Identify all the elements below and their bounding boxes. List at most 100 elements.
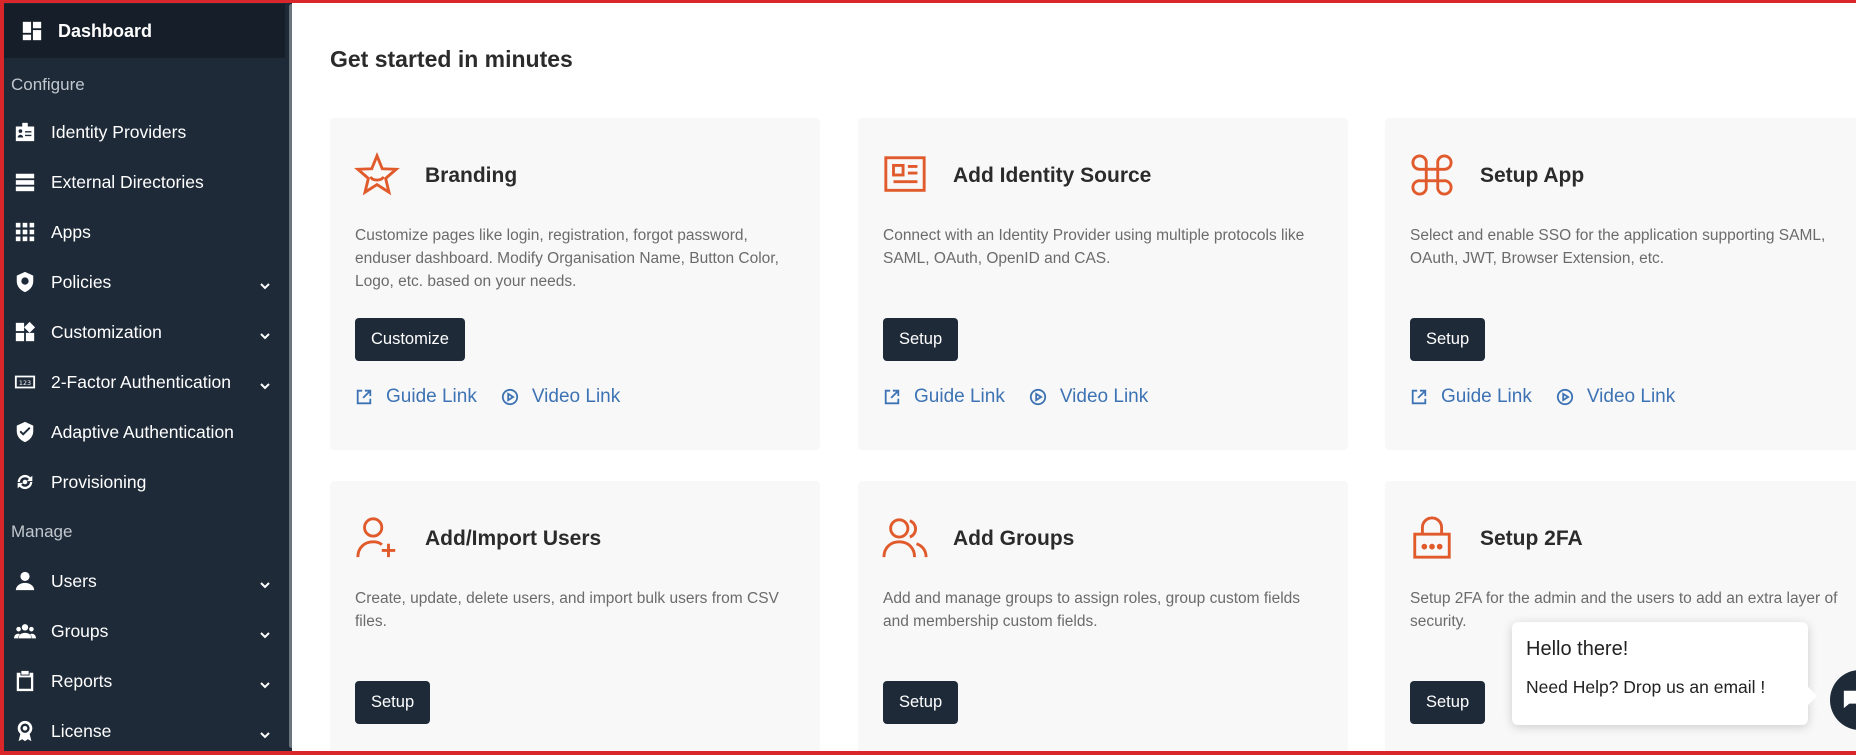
widgets-icon bbox=[13, 320, 37, 344]
chat-greeting: Hello there! bbox=[1526, 638, 1629, 660]
chevron-down-icon[interactable] bbox=[259, 326, 271, 340]
provisioning-icon bbox=[13, 470, 37, 494]
id-badge-icon bbox=[13, 120, 37, 144]
play-circle-icon bbox=[1556, 388, 1573, 406]
external-link-icon bbox=[884, 389, 900, 405]
window-frame-top bbox=[0, 0, 1856, 3]
card-title: Add/Import Users bbox=[425, 527, 602, 550]
section-label-configure: Configure bbox=[11, 75, 85, 94]
sidebar-item-provisioning[interactable]: Provisioning bbox=[4, 458, 285, 506]
window-frame-bottom bbox=[0, 751, 1856, 755]
sidebar-item-identity-providers[interactable]: Identity Providers bbox=[4, 108, 285, 156]
command-icon bbox=[1409, 152, 1455, 198]
sidebar-item-groups[interactable]: Groups bbox=[4, 607, 285, 655]
clipboard-icon bbox=[13, 669, 37, 693]
chat-popup-arrow bbox=[1808, 687, 1817, 705]
license-icon bbox=[13, 719, 37, 743]
card-description: Connect with an Identity Provider using … bbox=[883, 227, 1305, 267]
chat-icon bbox=[1843, 690, 1856, 709]
id-card-icon bbox=[882, 152, 928, 198]
guide-link[interactable]: Guide Link bbox=[355, 386, 477, 408]
sidebar-item-dashboard[interactable]: Dashboard bbox=[4, 4, 285, 58]
customize-button[interactable]: Customize bbox=[355, 318, 465, 361]
svg-text:123: 123 bbox=[19, 379, 31, 387]
sidebar-item-users[interactable]: Users bbox=[4, 557, 285, 605]
setup-button[interactable]: Setup bbox=[883, 318, 959, 361]
sidebar-item-label: Reports bbox=[51, 670, 113, 691]
sidebar-item-reports[interactable]: Reports bbox=[4, 657, 285, 705]
external-link-icon bbox=[1411, 389, 1427, 405]
chevron-down-icon[interactable] bbox=[259, 575, 271, 589]
sidebar-item-customization[interactable]: Customization bbox=[4, 308, 285, 356]
card-description: Create, update, delete users, and import… bbox=[355, 590, 779, 630]
card-description: Customize pages like login, registration… bbox=[355, 227, 779, 290]
chevron-down-icon[interactable] bbox=[259, 376, 271, 390]
section-label-manage: Manage bbox=[11, 522, 73, 541]
setup-button[interactable]: Setup bbox=[883, 681, 959, 724]
lock-icon bbox=[1409, 515, 1455, 561]
card-links: Guide Link Video Link bbox=[883, 386, 1148, 408]
users-icon bbox=[882, 515, 928, 561]
sidebar-item-external-directories[interactable]: External Directories bbox=[4, 158, 285, 206]
sidebar-item-apps[interactable]: Apps bbox=[4, 208, 285, 256]
card-links: Guide Link Video Link bbox=[1410, 386, 1675, 408]
card-add-import-users: Add/Import Users Create, update, delete … bbox=[330, 481, 820, 755]
chevron-down-icon[interactable] bbox=[259, 675, 271, 689]
sidebar-item-label: License bbox=[51, 720, 112, 741]
card-title: Add Groups bbox=[953, 527, 1075, 550]
card-add-groups: Add Groups Add and manage groups to assi… bbox=[858, 481, 1348, 755]
setup-button[interactable]: Setup bbox=[355, 681, 431, 724]
video-link[interactable]: Video Link bbox=[1556, 386, 1675, 408]
card-title: Add Identity Source bbox=[953, 164, 1152, 187]
chat-message: Need Help? Drop us an email ! bbox=[1526, 677, 1766, 697]
chat-popup[interactable]: Hello there! Need Help? Drop us an email… bbox=[1512, 622, 1817, 725]
card-title: Branding bbox=[425, 164, 518, 187]
play-circle-icon bbox=[501, 388, 518, 406]
video-link[interactable]: Video Link bbox=[501, 386, 620, 408]
sidebar-item-2fa[interactable]: 123 2-Factor Authentication bbox=[4, 358, 285, 406]
sidebar-item-policies[interactable]: Policies bbox=[4, 258, 285, 306]
dashboard-icon bbox=[20, 19, 44, 43]
sidebar: Dashboard Configure Identity Providers E… bbox=[0, 0, 292, 755]
directory-icon bbox=[13, 170, 37, 194]
sidebar-item-adaptive-authentication[interactable]: Adaptive Authentication bbox=[4, 408, 285, 456]
chevron-down-icon[interactable] bbox=[259, 276, 271, 290]
sidebar-item-label: Users bbox=[51, 570, 97, 591]
page-title: Get started in minutes bbox=[330, 46, 573, 72]
sidebar-item-label: Provisioning bbox=[51, 471, 147, 492]
guide-link[interactable]: Guide Link bbox=[1410, 386, 1532, 408]
guide-link-label: Guide Link bbox=[1441, 386, 1532, 407]
card-add-identity-source: Add Identity Source Connect with an Iden… bbox=[858, 118, 1348, 450]
play-circle-icon bbox=[1029, 388, 1046, 406]
chevron-down-icon[interactable] bbox=[259, 725, 271, 739]
card-title: Setup App bbox=[1480, 164, 1585, 187]
star-icon bbox=[354, 152, 400, 198]
card-setup-app: Setup App Select and enable SSO for the … bbox=[1385, 118, 1856, 450]
numeric-123-icon: 123 bbox=[13, 370, 37, 394]
apps-grid-icon bbox=[13, 220, 37, 244]
video-link-label: Video Link bbox=[531, 386, 621, 407]
sidebar-item-label: Groups bbox=[51, 620, 109, 641]
card-branding: Branding Customize pages like login, reg… bbox=[330, 118, 820, 450]
policy-shield-icon bbox=[13, 270, 37, 294]
user-icon bbox=[13, 569, 37, 593]
sidebar-item-label: Identity Providers bbox=[51, 121, 187, 142]
video-link-label: Video Link bbox=[1586, 386, 1676, 407]
sidebar-item-label: Dashboard bbox=[58, 20, 153, 41]
sidebar-item-label: Apps bbox=[51, 221, 91, 242]
setup-button[interactable]: Setup bbox=[1410, 681, 1486, 724]
guide-link-label: Guide Link bbox=[386, 386, 477, 407]
setup-button[interactable]: Setup bbox=[1410, 318, 1486, 361]
card-description: Select and enable SSO for the applicatio… bbox=[1410, 227, 1826, 267]
shield-check-icon bbox=[13, 420, 37, 444]
chevron-down-icon[interactable] bbox=[259, 625, 271, 639]
sidebar-item-label: Policies bbox=[51, 271, 112, 292]
guide-link[interactable]: Guide Link bbox=[883, 386, 1005, 408]
card-links: Guide Link Video Link bbox=[355, 386, 620, 408]
video-link[interactable]: Video Link bbox=[1029, 386, 1148, 408]
sidebar-item-license[interactable]: License bbox=[4, 707, 285, 755]
sidebar-item-label: External Directories bbox=[51, 171, 204, 192]
sidebar-item-label: Customization bbox=[51, 321, 162, 342]
card-title: Setup 2FA bbox=[1480, 527, 1583, 550]
user-plus-icon bbox=[354, 515, 400, 561]
